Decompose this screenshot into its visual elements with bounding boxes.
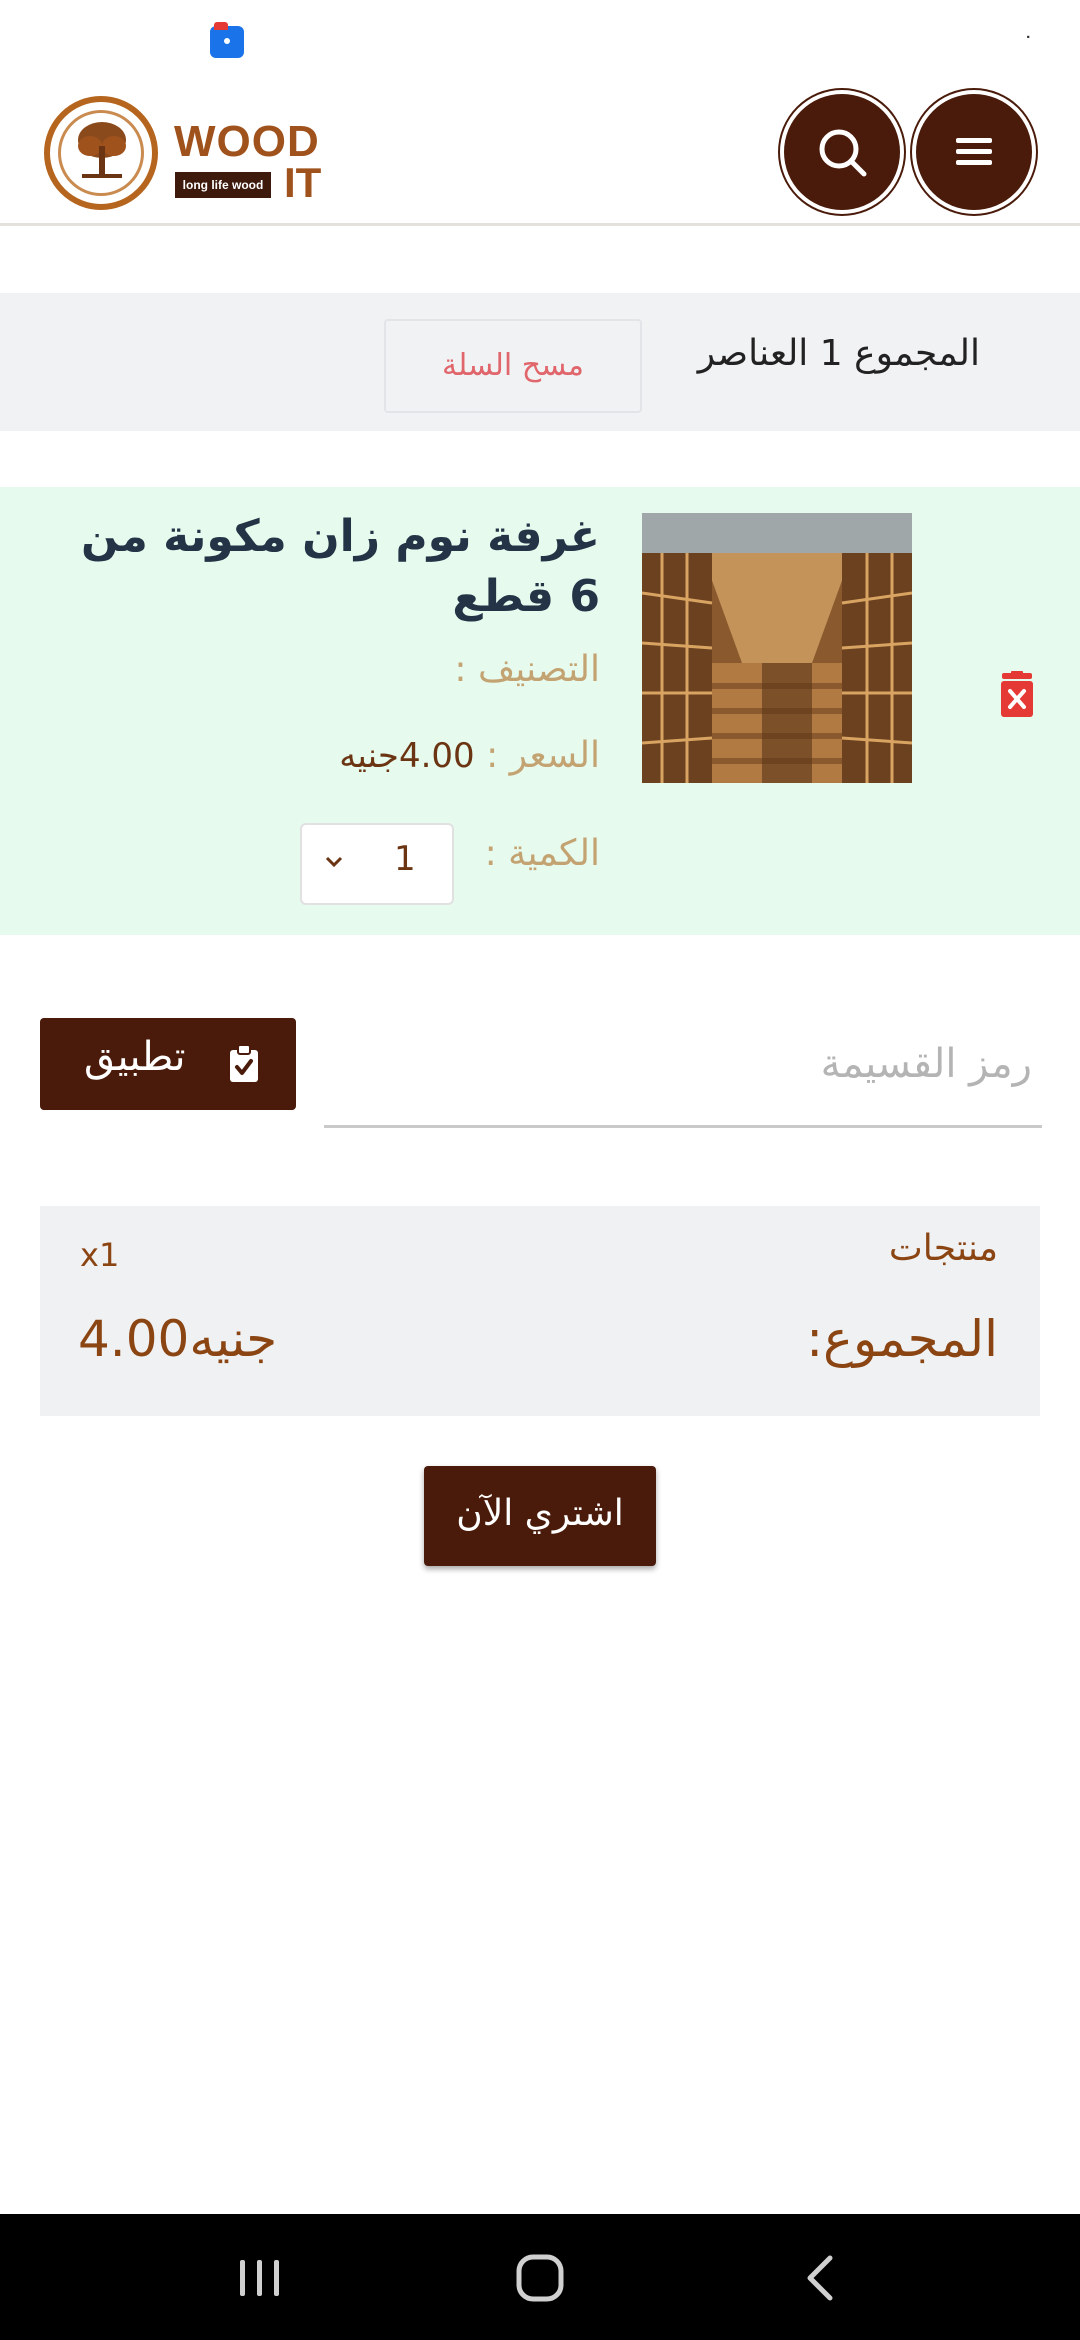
menu-button[interactable]: [916, 94, 1032, 210]
logo-wordmark: WOOD: [174, 117, 320, 166]
files-app-icon: [210, 22, 244, 58]
quantity-select[interactable]: 1: [300, 823, 454, 905]
product-image[interactable]: [642, 513, 912, 783]
wood-it-logo[interactable]: WOOD long life wood IT: [44, 96, 324, 214]
hamburger-menu-icon: [956, 138, 992, 165]
search-icon: [819, 129, 867, 177]
totals-item-count: x1: [80, 1236, 120, 1274]
search-button[interactable]: [784, 94, 900, 210]
cart-product-card: غرفة نوم زان مكونة من 6 قطع التصنيف : ال…: [0, 487, 1080, 935]
product-price-label: السعر :: [486, 735, 600, 776]
clipboard-check-icon: [230, 1044, 258, 1082]
tree-logo-icon: [44, 96, 158, 210]
site-header: WOOD long life wood IT: [0, 84, 1080, 226]
logo-suffix: IT: [284, 159, 322, 206]
home-icon[interactable]: [510, 2248, 570, 2308]
logo-tagline: long life wood: [175, 172, 271, 198]
totals-total-amount: 4.00جنيه: [78, 1310, 278, 1368]
bookshelf-library-photo: [642, 513, 912, 783]
system-navigation-bar: [0, 2214, 1080, 2340]
chevron-down-icon: [325, 856, 343, 868]
product-price-row: السعر : 4.00جنيه: [60, 735, 600, 776]
apply-coupon-button[interactable]: تطبيق: [40, 1018, 296, 1110]
product-category-label: التصنيف :: [454, 649, 600, 690]
apply-coupon-label: تطبيق: [84, 1034, 186, 1080]
product-title[interactable]: غرفة نوم زان مكونة من 6 قطع: [60, 507, 600, 627]
coupon-code-input[interactable]: [324, 1002, 1042, 1128]
totals-total-label: المجموع:: [806, 1310, 998, 1368]
recent-apps-icon[interactable]: [230, 2248, 290, 2308]
clear-cart-button[interactable]: مسح السلة: [384, 319, 642, 413]
quantity-value: 1: [394, 839, 416, 879]
order-totals: منتجات x1 المجموع: 4.00جنيه: [40, 1206, 1040, 1416]
product-price-value: 4.00جنيه: [339, 736, 475, 776]
quantity-label: الكمية :: [484, 833, 600, 874]
status-bar: ׁ: [0, 0, 1080, 84]
buy-now-button[interactable]: اشتري الآن: [424, 1466, 656, 1566]
back-icon[interactable]: [792, 2248, 852, 2308]
trash-icon[interactable]: [998, 671, 1036, 719]
totals-products-label: منتجات: [888, 1228, 998, 1269]
cart-summary-bar: مسح السلة المجموع 1 العناصر: [0, 293, 1080, 431]
cart-item-count: المجموع 1 العناصر: [697, 333, 980, 374]
